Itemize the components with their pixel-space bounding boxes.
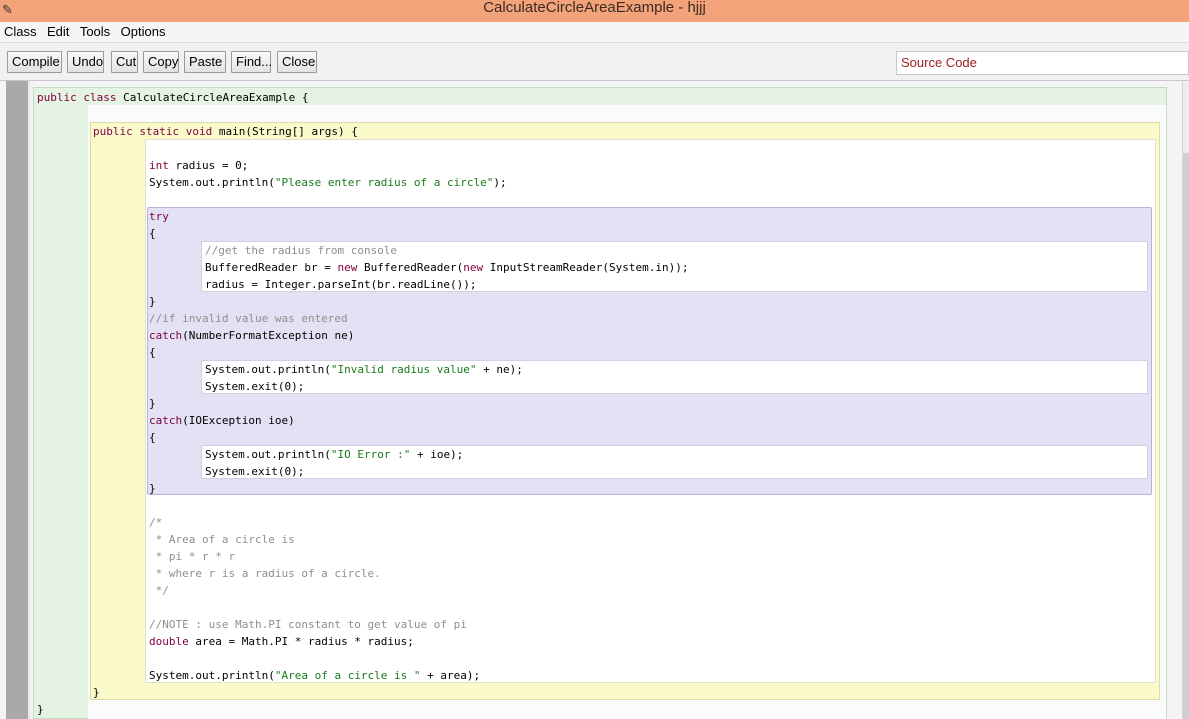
- toolbar: Compile Undo Cut Copy Paste Find... Clos…: [0, 43, 1189, 81]
- code-line-doc: /*: [149, 516, 163, 529]
- close-button[interactable]: Close: [277, 51, 317, 73]
- code-line-exit: System.exit(0);: [205, 380, 305, 393]
- code-line-class: public class CalculateCircleAreaExample …: [37, 91, 309, 104]
- code-line-comment: //get the radius from console: [205, 244, 398, 257]
- code-line-brace: }: [93, 686, 100, 699]
- find-button[interactable]: Find...: [231, 51, 272, 73]
- code-line-doc: * Area of a circle is: [149, 533, 295, 546]
- code-line-exit: System.exit(0);: [205, 465, 305, 478]
- gutter-divider: [28, 81, 31, 719]
- vertical-scrollbar[interactable]: [1182, 81, 1189, 719]
- code-line-try: try: [149, 210, 169, 223]
- code-line-comment: //NOTE : use Math.PI constant to get val…: [149, 618, 467, 631]
- scrollbar-thumb[interactable]: [1183, 153, 1189, 719]
- title-bar: ✎ CalculateCircleAreaExample - hjjj: [0, 0, 1189, 22]
- code-line-main: public static void main(String[] args) {: [93, 125, 358, 138]
- code-line-brace: }: [149, 295, 156, 308]
- code-line-catch: catch(IOException ioe): [149, 414, 295, 427]
- code-line-parse: radius = Integer.parseInt(br.readLine())…: [205, 278, 477, 291]
- code-line-area: double area = Math.PI * radius * radius;: [149, 635, 414, 648]
- menu-tools[interactable]: Tools: [76, 22, 112, 42]
- code-line-println: System.out.println("IO Error :" + ioe);: [205, 448, 464, 461]
- copy-button[interactable]: Copy: [143, 51, 179, 73]
- code-line-prompt: System.out.println("Please enter radius …: [149, 176, 507, 189]
- code-line-int: int radius = 0;: [149, 159, 249, 172]
- menu-edit[interactable]: Edit: [43, 22, 71, 42]
- menu-options[interactable]: Options: [117, 22, 168, 42]
- code-line-comment: //if invalid value was entered: [149, 312, 348, 325]
- menu-class[interactable]: Class: [0, 22, 39, 42]
- code-line-println: System.out.println("Invalid radius value…: [205, 363, 523, 376]
- code-line-brace: {: [149, 227, 156, 240]
- code-line-catch: catch(NumberFormatException ne): [149, 329, 355, 342]
- code-line-brace: {: [149, 431, 156, 444]
- compile-button[interactable]: Compile: [7, 51, 62, 73]
- code-line-doc: */: [149, 584, 169, 597]
- undo-button[interactable]: Undo: [67, 51, 104, 73]
- window-title: CalculateCircleAreaExample - hjjj: [483, 0, 706, 16]
- code-line-doc: * pi * r * r: [149, 550, 236, 563]
- code-line-doc: * where r is a radius of a circle.: [149, 567, 381, 580]
- code-line-println: System.out.println("Area of a circle is …: [149, 669, 481, 682]
- paste-button[interactable]: Paste: [184, 51, 226, 73]
- code-editor[interactable]: public class CalculateCircleAreaExample …: [0, 81, 1189, 719]
- cut-button[interactable]: Cut: [111, 51, 138, 73]
- code-line-brace: }: [149, 482, 156, 495]
- editor-gutter: [6, 81, 29, 719]
- view-mode-select[interactable]: Source Code: [896, 51, 1189, 75]
- app-icon[interactable]: ✎: [2, 1, 13, 19]
- code-line-brace: {: [149, 346, 156, 359]
- code-line-brace: }: [149, 397, 156, 410]
- code-line-brace: }: [37, 703, 44, 716]
- menu-bar: Class Edit Tools Options: [0, 22, 1189, 43]
- code-line-br: BufferedReader br = new BufferedReader(n…: [205, 261, 689, 274]
